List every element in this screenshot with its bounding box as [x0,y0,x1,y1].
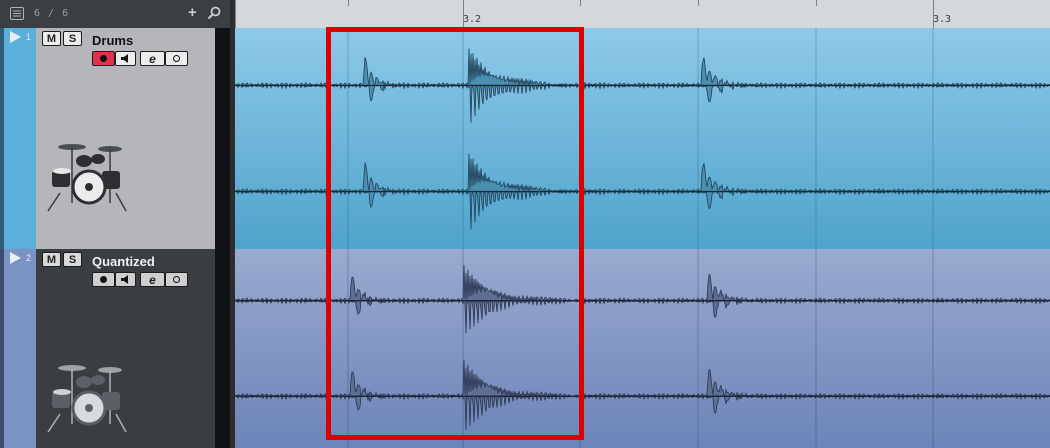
track-count: 6 / 6 [34,8,70,19]
monitor-button[interactable] [115,272,136,287]
read-automation-icon [173,55,180,62]
track-panel: M S Drums e [36,28,215,249]
automation-read-button[interactable] [165,272,188,287]
mute-button[interactable]: M [42,31,61,46]
ruler-tick [816,0,817,6]
ruler-tick [235,0,236,28]
track-color-strip [215,249,230,448]
track-number-column[interactable]: 2 [4,249,36,448]
monitor-speaker-icon [121,275,128,284]
track-header-drums[interactable]: 1 M S Drums e [0,28,230,249]
ruler-tick [698,0,699,6]
mute-button[interactable]: M [42,252,61,267]
read-automation-icon [173,276,180,283]
record-icon [100,276,107,283]
edit-instrument-button[interactable]: e [140,272,165,287]
solo-button[interactable]: S [63,252,82,267]
drum-kit-icon [47,144,127,212]
track-number: 1 [26,32,32,42]
automation-read-button[interactable] [165,51,188,66]
ruler-bar-label: 3.2 [463,14,482,25]
plus-icon[interactable]: + [188,5,197,21]
ruler-bar-label: 3.3 [933,14,952,25]
track-number-column[interactable]: 1 [4,28,36,249]
track-header-quantized[interactable]: 2 M S Quantized e [0,249,230,448]
track-number: 2 [26,253,32,263]
monitor-button[interactable] [115,51,136,66]
monitor-speaker-icon [121,54,128,63]
ruler-tick [348,0,349,6]
play-arrow-icon [10,31,21,43]
track-name[interactable]: Quantized [92,254,155,269]
list-menu-icon[interactable] [10,7,24,20]
daw-project-window: 6 / 6 + 3.2 3.3 1 M S Drums e 2 M S Quan… [0,0,1050,448]
play-arrow-icon [10,252,21,264]
highlight-annotation-box [326,27,584,440]
record-icon [100,55,107,62]
track-color-strip [215,28,230,249]
drum-kit-icon [47,365,127,433]
search-icon[interactable] [207,6,221,20]
track-panel: M S Quantized e [36,249,215,448]
solo-button[interactable]: S [63,31,82,46]
track-name[interactable]: Drums [92,33,133,48]
track-list-header: 6 / 6 + [0,0,230,29]
record-enable-button[interactable] [92,272,115,287]
timeline-ruler[interactable]: 3.2 3.3 [235,0,1050,29]
edit-instrument-icon: e [149,272,156,287]
edit-instrument-icon: e [149,51,156,66]
edit-instrument-button[interactable]: e [140,51,165,66]
ruler-tick [580,0,581,6]
record-enable-button[interactable] [92,51,115,66]
